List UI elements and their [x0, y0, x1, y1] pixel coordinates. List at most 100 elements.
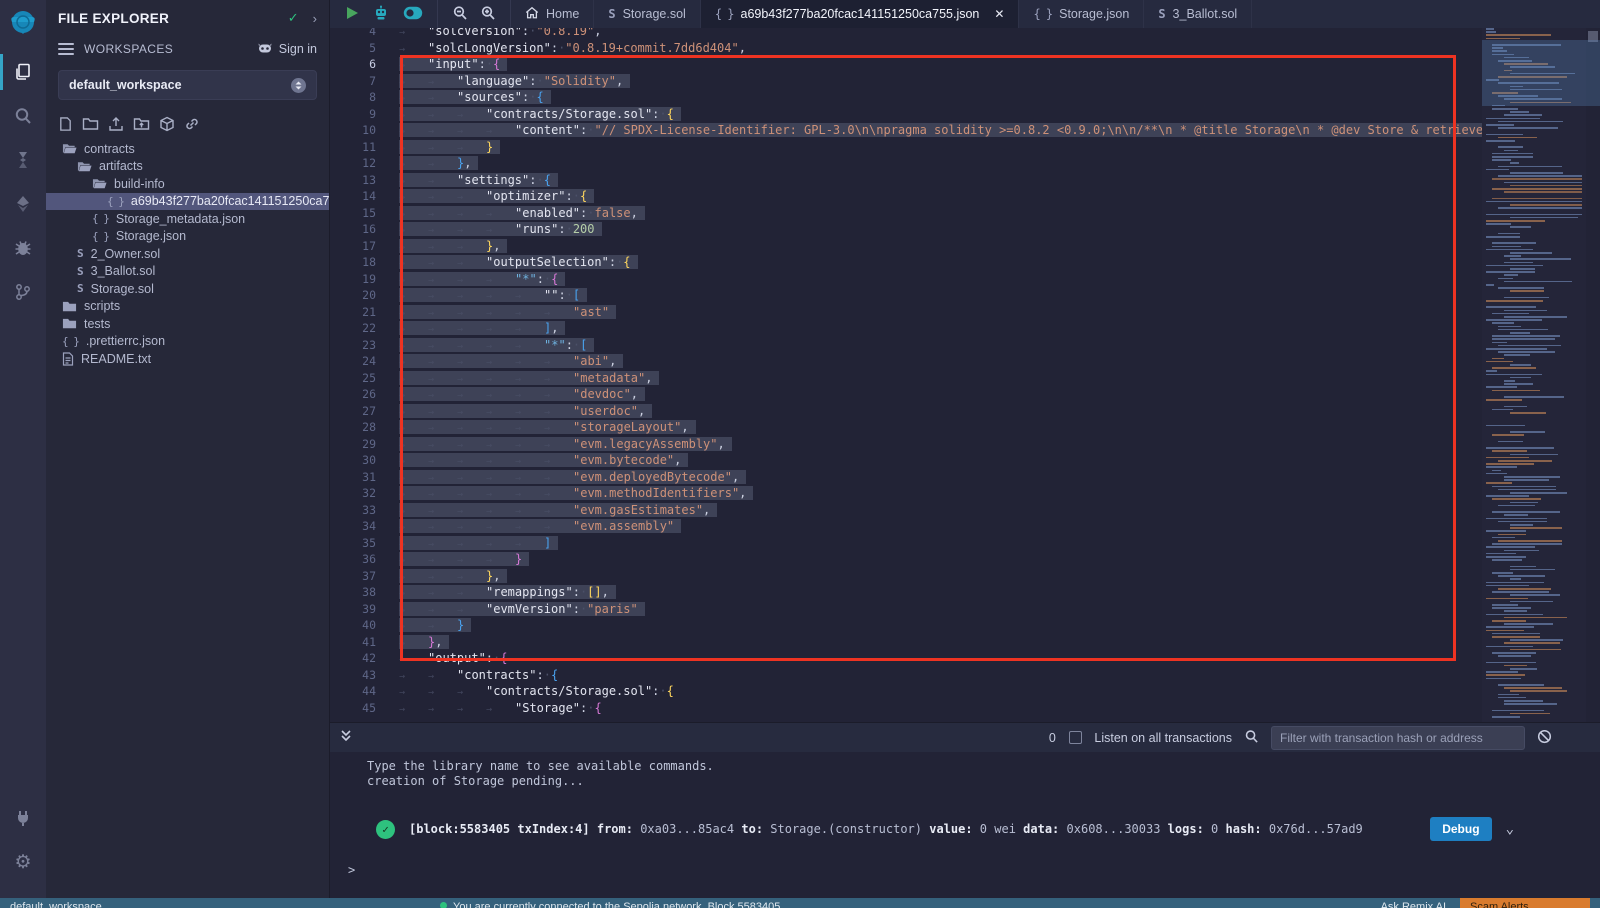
sol-icon: S: [77, 265, 84, 278]
sidebar-item-plugin-manager[interactable]: [0, 796, 46, 840]
sol-icon: S: [77, 247, 84, 260]
tree-item-label: scripts: [84, 299, 120, 313]
tree-item-label: build-info: [114, 177, 165, 191]
tab-storage-json[interactable]: { }Storage.json: [1019, 0, 1144, 28]
zoom-in-icon[interactable]: [480, 5, 496, 24]
file-icon: [62, 352, 74, 366]
terminal-collapse-icon[interactable]: [340, 729, 352, 746]
sign-in-button[interactable]: Sign in: [257, 41, 317, 58]
code-line-17: 17},: [330, 238, 1482, 255]
minimap[interactable]: [1482, 28, 1586, 722]
transaction-count: 0: [1047, 731, 1057, 745]
new-file-icon[interactable]: [58, 116, 73, 132]
search-icon: [13, 106, 33, 126]
expand-transaction-icon[interactable]: ⌄: [1506, 821, 1514, 837]
minimap-viewport[interactable]: [1482, 40, 1600, 106]
success-check-icon: ✓: [376, 820, 395, 839]
code-line-35: 35]: [330, 535, 1482, 552]
sol-icon: S: [608, 7, 615, 21]
sidebar-item-git[interactable]: [0, 270, 46, 314]
statusbar-ai-link[interactable]: Ask Remix AI: [1381, 901, 1446, 908]
bug-icon: [13, 238, 33, 258]
network-status-icon: [440, 902, 447, 908]
json-icon: { }: [62, 335, 79, 348]
link-icon[interactable]: [184, 116, 200, 132]
statusbar-workspace[interactable]: default_workspace: [0, 898, 440, 908]
editor-scrollbar[interactable]: [1586, 28, 1600, 722]
upload-folder-icon[interactable]: [133, 116, 150, 132]
tree-item-contracts[interactable]: contracts: [46, 140, 329, 158]
tree-item-label: Storage_metadata.json: [116, 212, 245, 226]
code-line-34: 34"evm.assembly": [330, 518, 1482, 535]
tree-item-tests[interactable]: tests: [46, 315, 329, 333]
workspaces-menu-icon[interactable]: [58, 40, 74, 58]
tab-storage-sol[interactable]: SStorage.sol: [594, 0, 700, 28]
code-line-43: 43"contracts":·{: [330, 667, 1482, 684]
tree-item-scripts[interactable]: scripts: [46, 298, 329, 316]
code-line-26: 26"devdoc",: [330, 386, 1482, 403]
tree-item-storage-json[interactable]: { }Storage.json: [46, 228, 329, 246]
folder-icon: [62, 300, 77, 313]
panel-title: FILE EXPLORER: [58, 11, 288, 26]
tree-item-artifacts[interactable]: artifacts: [46, 158, 329, 176]
chevron-right-icon[interactable]: ›: [313, 11, 317, 26]
tree-item-storage-sol[interactable]: SStorage.sol: [46, 280, 329, 298]
debug-button[interactable]: Debug: [1430, 817, 1491, 841]
sidebar-item-deploy-run[interactable]: [0, 182, 46, 226]
statusbar-network-text: You are currently connected to the Sepol…: [453, 901, 780, 908]
code-line-29: 29"evm.legacyAssembly",: [330, 436, 1482, 453]
code-line-32: 32"evm.methodIdentifiers",: [330, 485, 1482, 502]
sidebar-item-debugger[interactable]: [0, 226, 46, 270]
transaction-row[interactable]: ✓ [block:5583405 txIndex:4] from: 0xa03.…: [330, 817, 1600, 841]
code-line-42: 42"output":·{: [330, 650, 1482, 667]
clear-console-icon[interactable]: [1537, 729, 1552, 747]
workspace-select[interactable]: default_workspace: [58, 70, 317, 100]
json-icon: { }: [107, 195, 124, 208]
tree-item-build-info[interactable]: build-info: [46, 175, 329, 193]
code-line-8: 8"sources":·{: [330, 89, 1482, 106]
tree-item--prettierrc-json[interactable]: { }.prettierrc.json: [46, 333, 329, 351]
code-line-7: 7"language":·"Solidity",: [330, 73, 1482, 90]
remixd-robot-icon[interactable]: [373, 5, 389, 24]
tab-3-ballot-sol[interactable]: S3_Ballot.sol: [1144, 0, 1252, 28]
activity-bar: ⚙: [0, 0, 46, 898]
code-line-40: 40}: [330, 617, 1482, 634]
tree-item-a69b43f277ba20fcac141151250ca7-[interactable]: { }a69b43f277ba20fcac141151250ca7...: [46, 193, 329, 211]
tree-item-2-owner-sol[interactable]: S2_Owner.sol: [46, 245, 329, 263]
terminal-search-icon[interactable]: [1244, 729, 1259, 747]
code-line-18: 18"outputSelection":·{: [330, 254, 1482, 271]
sidebar-item-file-explorer[interactable]: [0, 50, 46, 94]
scam-alerts-button[interactable]: Scam Alerts: [1460, 898, 1590, 908]
code-editor[interactable]: 4"solcVersion":·"0.8.19",5"solcLongVersi…: [330, 28, 1600, 722]
run-script-icon[interactable]: [346, 6, 359, 23]
remix-logo-icon[interactable]: [0, 0, 46, 50]
tab-home[interactable]: Home: [511, 0, 594, 28]
tab-label: 3_Ballot.sol: [1173, 7, 1238, 21]
toggle-icon[interactable]: [403, 6, 423, 23]
tree-item-readme-txt[interactable]: README.txt: [46, 350, 329, 368]
status-bar: default_workspace You are currently conn…: [0, 898, 1600, 908]
sidebar-item-settings[interactable]: ⚙: [0, 840, 46, 884]
publish-gist-icon[interactable]: [159, 116, 175, 132]
tab-label: a69b43f277ba20fcac141151250ca755.json: [741, 7, 980, 21]
main-area: HomeSStorage.sol{ }a69b43f277ba20fcac141…: [330, 0, 1600, 898]
listen-all-transactions-checkbox[interactable]: [1069, 731, 1082, 744]
tree-item-storage-metadata-json[interactable]: { }Storage_metadata.json: [46, 210, 329, 228]
upload-file-icon[interactable]: [108, 116, 124, 132]
terminal-prompt[interactable]: >: [330, 863, 1600, 877]
tree-item-label: README.txt: [81, 352, 151, 366]
close-tab-icon[interactable]: ✕: [994, 7, 1004, 21]
terminal[interactable]: Type the library name to see available c…: [330, 752, 1600, 898]
sidebar-item-solidity-compiler[interactable]: [0, 138, 46, 182]
terminal-log-line: creation of Storage pending...: [330, 774, 1600, 789]
code-line-5: 5"solcLongVersion":·"0.8.19+commit.7dd6d…: [330, 40, 1482, 57]
home-icon: [525, 6, 539, 22]
tab-a69b43f277ba20fcac141151250ca755-json[interactable]: { }a69b43f277ba20fcac141151250ca755.json…: [701, 0, 1020, 28]
tree-item-3-ballot-sol[interactable]: S3_Ballot.sol: [46, 263, 329, 281]
code-line-25: 25"metadata",: [330, 370, 1482, 387]
zoom-out-icon[interactable]: [452, 5, 468, 24]
transaction-filter-input[interactable]: [1271, 726, 1525, 750]
new-folder-icon[interactable]: [82, 116, 99, 132]
sidebar-item-search[interactable]: [0, 94, 46, 138]
code-line-24: 24"abi",: [330, 353, 1482, 370]
